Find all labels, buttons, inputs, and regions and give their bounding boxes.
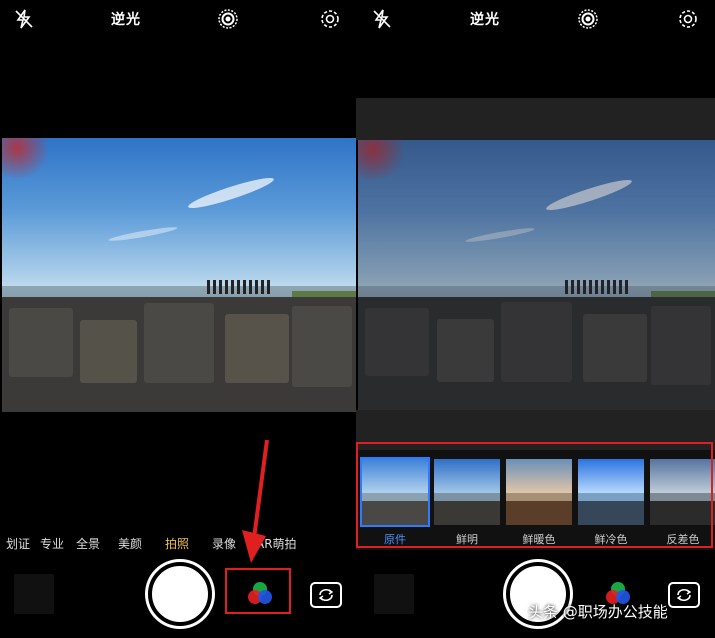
watermark: 头条 @职场办公技能 (528, 603, 668, 621)
mode-photo[interactable]: 拍照 (165, 535, 189, 552)
flash-off-icon[interactable] (12, 7, 36, 31)
backlight-mode-label[interactable]: 逆光 (111, 9, 141, 29)
preview-top-bar (356, 98, 715, 140)
filter-strip-highlight-box (356, 442, 713, 548)
backlight-mode-label[interactable]: 逆光 (470, 9, 500, 29)
gear-icon[interactable] (318, 7, 342, 31)
mode-panorama[interactable]: 全景 (76, 535, 100, 552)
mode-id-photo[interactable]: 划证 (6, 535, 30, 552)
switch-camera-icon[interactable] (668, 582, 700, 608)
camera-viewfinder[interactable] (358, 140, 715, 410)
filter-highlight-box (225, 568, 291, 614)
red-arrow-icon (242, 439, 269, 563)
gear-icon[interactable] (676, 7, 700, 31)
camera-mode-selector: 划证 专业 全景 美颜 拍照 录像 AR萌拍 (0, 535, 356, 551)
gallery-thumbnail[interactable] (14, 574, 54, 614)
top-bar: 逆光 (0, 0, 356, 38)
mode-video[interactable]: 录像 (212, 535, 236, 552)
top-bar: 逆光 (356, 0, 715, 38)
bottom-controls (0, 560, 356, 630)
switch-camera-icon[interactable] (310, 582, 342, 608)
camera-viewfinder[interactable] (2, 138, 356, 412)
flash-off-icon[interactable] (370, 7, 394, 31)
gallery-thumbnail[interactable] (374, 574, 414, 614)
camera-screen-left: 逆光 划证 专业 全景 美颜 拍照 录像 AR萌拍 (0, 0, 356, 638)
mode-beauty[interactable]: 美颜 (118, 535, 142, 552)
mode-pro[interactable]: 专业 (40, 535, 64, 552)
camera-screen-right: 逆光 原件 鲜明 鲜暖色 鲜冷色 反差色 (356, 0, 715, 638)
live-photo-icon[interactable] (576, 7, 600, 31)
shutter-button[interactable] (148, 562, 212, 626)
live-photo-icon[interactable] (216, 7, 240, 31)
